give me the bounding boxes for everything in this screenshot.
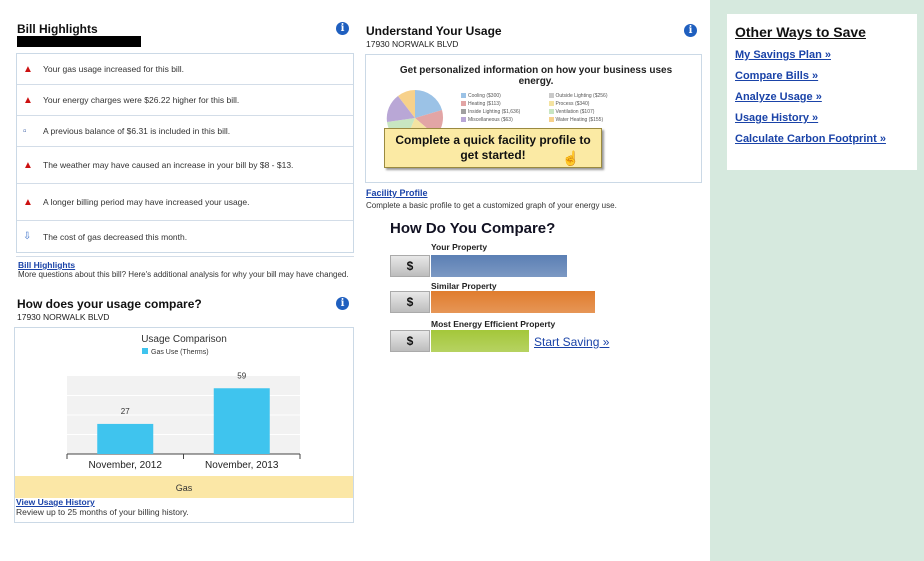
data-label: 59 [237, 371, 246, 380]
usage-footer: View Usage History Review up to 25 month… [16, 497, 189, 517]
compare-bills-link[interactable]: Compare Bills » [735, 70, 917, 82]
legend-label: Cooling ($300) [468, 93, 501, 99]
legend-item: Miscellaneous ($63) [461, 117, 549, 123]
facility-profile-link[interactable]: Facility Profile [366, 188, 428, 198]
calculate-carbon-footprint-link[interactable]: Calculate Carbon Footprint » [735, 133, 917, 145]
list-item-text: The weather may have caused an increase … [43, 160, 294, 170]
down-arrow-icon: ⇩ [23, 231, 32, 242]
list-item-text: A previous balance of $6.31 is included … [43, 126, 231, 136]
how-compare-title: How Do You Compare? [390, 220, 556, 237]
understand-title: Understand Your Usage [366, 24, 502, 38]
list-item: ▲ Your gas usage increased for this bill. [17, 54, 353, 85]
analyze-usage-link[interactable]: Analyze Usage » [735, 91, 917, 103]
compare-row-label: Most Energy Efficient Property [431, 319, 556, 329]
bill-highlights-link[interactable]: Bill Highlights [18, 260, 75, 270]
chart-bar [97, 423, 154, 454]
usage-footer-text: Review up to 25 months of your billing h… [16, 507, 189, 517]
dollar-button[interactable]: $ [390, 291, 430, 313]
dollar-button[interactable]: $ [390, 255, 430, 277]
highlights-footer-text: More questions about this bill? Here's a… [18, 270, 349, 279]
list-item: ▲ The weather may have caused an increase… [17, 147, 353, 184]
bill-highlights-title: Bill Highlights [17, 22, 98, 36]
efficient-property-bar [431, 330, 529, 352]
highlights-footer: Bill Highlights More questions about thi… [16, 256, 354, 290]
address: 17930 NORWALK BLVD [17, 312, 110, 322]
legend-label: Water Heating ($155) [555, 117, 604, 123]
facility-promo: Get personalized information on how your… [365, 54, 702, 183]
list-item-text: The cost of gas decreased this month. [43, 231, 188, 242]
info-icon[interactable]: i [684, 24, 697, 37]
legend-label: Process ($340) [555, 101, 590, 107]
usage-compare-panel: How does your usage compare? i 17930 NOR… [12, 297, 354, 527]
usage-compare-title: How does your usage compare? [17, 297, 202, 311]
legend-item: Ventilation ($107) [548, 109, 637, 115]
understand-usage-panel: Understand Your Usage i 17930 NORWALK BL… [362, 20, 702, 215]
legend-item: Heating ($113) [461, 101, 549, 107]
list-item-text: Your gas usage increased for this bill. [43, 64, 184, 74]
chart-title: Usage Comparison [141, 334, 227, 345]
start-saving-link[interactable]: Start Saving » [534, 335, 609, 349]
list-item: ▫ A previous balance of $6.31 is included… [17, 116, 353, 147]
square-icon: ▫ [23, 125, 27, 137]
list-item: ▲ Your energy charges were $26.22 higher … [17, 85, 353, 116]
legend-label: Heating ($113) [468, 101, 501, 107]
dollar-button[interactable]: $ [390, 330, 430, 352]
address: 17930 NORWALK BLVD [366, 39, 459, 49]
how-compare-panel: How Do You Compare? Your Property $ Simi… [390, 220, 700, 360]
list-item: ▲ A longer billing period may have increa… [17, 184, 353, 221]
legend-swatch [461, 101, 466, 107]
view-usage-history-link[interactable]: View Usage History [16, 497, 95, 507]
legend-swatch [548, 117, 554, 123]
promo-heading: Get personalized information on how your… [399, 65, 673, 87]
list-item-text: Your energy charges were $26.22 higher f… [43, 95, 240, 105]
up-arrow-icon: ▲ [23, 196, 33, 208]
legend-swatch [461, 117, 466, 123]
legend-label: Outside Lighting ($256) [555, 93, 608, 99]
facility-profile-text: Complete a basic profile to get a custom… [366, 201, 617, 210]
usage-history-link[interactable]: Usage History » [735, 112, 917, 124]
usage-chart-box: Usage Comparison Gas Use (Therms) 27 Nove… [14, 327, 354, 523]
info-icon[interactable]: i [336, 297, 349, 310]
similar-property-bar [431, 291, 595, 313]
bill-highlights-panel: Bill Highlights i ▲ Your gas usage increa… [12, 20, 354, 292]
list-item: ⇩ The cost of gas decreased this month. [17, 221, 353, 252]
x-tick-label: November, 2012 [89, 460, 163, 471]
legend-item: Water Heating ($155) [548, 117, 637, 123]
legend-swatch [461, 109, 466, 115]
legend-swatch [461, 93, 466, 99]
compare-row-label: Your Property [431, 242, 488, 252]
list-item-text: A longer billing period may have increas… [43, 197, 250, 207]
data-label: 27 [121, 407, 130, 416]
legend-label: Inside Lighting ($1,636) [468, 109, 521, 115]
your-property-bar [431, 255, 567, 277]
redacted-bar [17, 36, 141, 47]
up-arrow-icon: ▲ [23, 63, 33, 75]
highlights-list: ▲ Your gas usage increased for this bill.… [16, 53, 354, 253]
legend-label: Gas Use (Therms) [151, 349, 209, 356]
chart-bar [213, 388, 270, 454]
legend-swatch [548, 109, 554, 115]
hand-cursor-icon: ☝ [562, 150, 580, 166]
legend-item: Process ($340) [548, 101, 637, 107]
legend-label: Ventilation ($107) [555, 109, 595, 115]
other-ways-box: Other Ways to Save My Savings Plan » Com… [727, 14, 917, 170]
usage-comparison-chart: Usage Comparison Gas Use (Therms) 27 Nove… [15, 334, 353, 498]
legend-swatch [548, 93, 554, 99]
legend-item: Outside Lighting ($256) [548, 93, 637, 99]
compare-row-label: Similar Property [431, 281, 497, 291]
legend-item: Inside Lighting ($1,636) [461, 109, 549, 115]
x-axis-label: Gas [176, 483, 193, 493]
info-icon[interactable]: i [336, 22, 349, 35]
legend-swatch [548, 101, 554, 107]
pie-legend: Cooling ($300) Outside Lighting ($256) Hea… [461, 93, 636, 123]
up-arrow-icon: ▲ [23, 159, 33, 171]
other-ways-title: Other Ways to Save [735, 24, 866, 40]
legend-swatch [142, 348, 148, 354]
up-arrow-icon: ▲ [23, 94, 33, 106]
legend-label: Miscellaneous ($63) [468, 117, 513, 123]
my-savings-plan-link[interactable]: My Savings Plan » [735, 49, 917, 61]
x-tick-label: November, 2013 [205, 460, 279, 471]
legend-item: Cooling ($300) [461, 93, 549, 99]
